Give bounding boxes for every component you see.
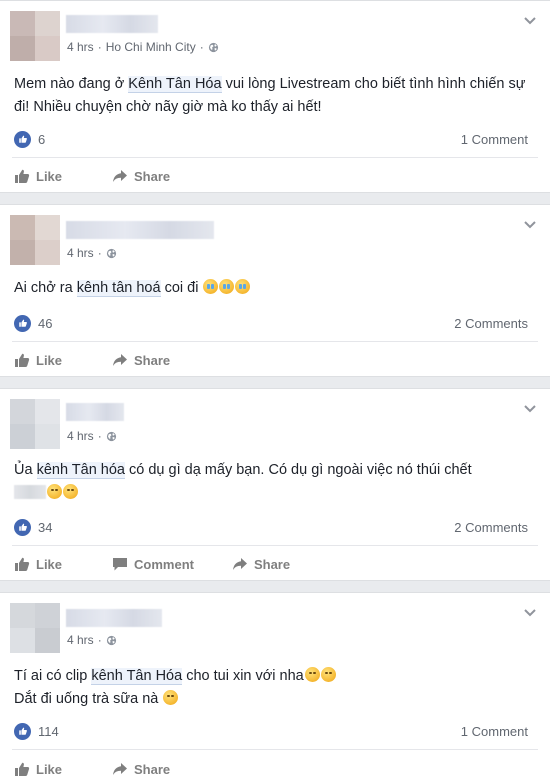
like-icon <box>14 352 30 368</box>
like-icon <box>14 556 30 572</box>
hashtag-link[interactable]: Kênh Tân Hóa <box>128 76 222 93</box>
post-text: Ai chở ra kênh tân hoá coi đi <box>14 277 536 300</box>
author-name-redacted[interactable] <box>66 15 158 33</box>
post-time[interactable]: 4 hrs <box>67 429 94 443</box>
author-name-redacted[interactable] <box>66 221 214 239</box>
hashtag-link[interactable]: kênh tân hoá <box>76 280 161 297</box>
globe-icon <box>208 42 219 53</box>
post-text: Tí ai có clip kênh Tân Hóa cho tui xin v… <box>14 665 536 711</box>
like-count[interactable]: 6 <box>14 130 45 148</box>
share-button[interactable]: Share <box>112 168 170 184</box>
comment-icon <box>112 556 128 572</box>
divider <box>12 545 538 546</box>
post-card: 4 hrs · Ai chở ra kênh tân hoá coi đi 46… <box>0 204 550 377</box>
crying-emoji-icon <box>235 279 251 294</box>
comment-count[interactable]: 1 Comment <box>461 724 528 739</box>
thumbs-up-icon <box>14 518 31 536</box>
post-location[interactable]: Ho Chi Minh City <box>106 40 196 54</box>
post-card: 4 hrs · Tí ai có clip kênh Tân Hóa cho t… <box>0 592 550 783</box>
thumbs-up-icon <box>14 130 31 148</box>
chevron-down-icon[interactable] <box>522 607 538 619</box>
like-count[interactable]: 114 <box>14 722 59 740</box>
action-bar: Like Comment Share <box>14 554 328 574</box>
divider <box>12 749 538 750</box>
post-card: 4 hrs · Ho Chi Minh City · Mem nào đang … <box>0 0 550 193</box>
divider <box>12 341 538 342</box>
post-meta: 4 hrs · <box>67 633 117 647</box>
avatar[interactable] <box>10 399 60 449</box>
share-icon <box>112 761 128 777</box>
hashtag-link[interactable]: kênh Tân hóa <box>36 462 125 479</box>
like-icon <box>14 168 30 184</box>
chevron-down-icon[interactable] <box>522 15 538 27</box>
post-time[interactable]: 4 hrs <box>67 40 94 54</box>
thumbs-up-icon <box>14 722 31 740</box>
share-button[interactable]: Share <box>232 556 290 572</box>
thumbs-up-icon <box>14 314 31 332</box>
post-time[interactable]: 4 hrs <box>67 246 94 260</box>
comment-count[interactable]: 2 Comments <box>454 520 528 535</box>
divider <box>12 157 538 158</box>
reactions-bar: 6 1 Comment <box>14 129 528 149</box>
laughing-emoji-icon <box>304 667 320 682</box>
laughing-emoji-icon <box>320 667 336 682</box>
like-count[interactable]: 34 <box>14 518 52 536</box>
like-count[interactable]: 46 <box>14 314 52 332</box>
reactions-bar: 46 2 Comments <box>14 313 528 333</box>
reactions-bar: 34 2 Comments <box>14 517 528 537</box>
crying-emoji-icon <box>203 279 219 294</box>
winking-emoji-icon <box>163 690 179 705</box>
chevron-down-icon[interactable] <box>522 219 538 231</box>
chevron-down-icon[interactable] <box>522 403 538 415</box>
comment-button[interactable]: Comment <box>112 556 194 572</box>
post-meta: 4 hrs · Ho Chi Minh City · <box>67 40 219 54</box>
globe-icon <box>106 431 117 442</box>
like-button[interactable]: Like <box>14 352 62 368</box>
like-button[interactable]: Like <box>14 556 62 572</box>
avatar[interactable] <box>10 215 60 265</box>
hashtag-link[interactable]: kênh Tân Hóa <box>91 668 183 685</box>
action-bar: Like Share <box>14 759 208 779</box>
avatar[interactable] <box>10 11 60 61</box>
author-name-redacted[interactable] <box>66 609 162 627</box>
author-name-redacted[interactable] <box>66 403 124 421</box>
share-icon <box>232 556 248 572</box>
like-icon <box>14 761 30 777</box>
globe-icon <box>106 635 117 646</box>
laughing-emoji-icon <box>63 484 78 499</box>
comment-count[interactable]: 2 Comments <box>454 316 528 331</box>
share-icon <box>112 168 128 184</box>
like-button[interactable]: Like <box>14 168 62 184</box>
action-bar: Like Share <box>14 350 208 370</box>
crying-emoji-icon <box>219 279 235 294</box>
comment-count[interactable]: 1 Comment <box>461 132 528 147</box>
reactions-bar: 114 1 Comment <box>14 721 528 741</box>
avatar[interactable] <box>10 603 60 653</box>
share-icon <box>112 352 128 368</box>
post-card: 4 hrs · Ủa kênh Tân hóa có dụ gì dạ mấy … <box>0 388 550 581</box>
action-bar: Like Share <box>14 166 208 186</box>
globe-icon <box>106 248 117 259</box>
share-button[interactable]: Share <box>112 352 170 368</box>
post-meta: 4 hrs · <box>67 246 117 260</box>
post-time[interactable]: 4 hrs <box>67 633 94 647</box>
share-button[interactable]: Share <box>112 761 170 777</box>
redacted-text <box>14 485 46 499</box>
laughing-emoji-icon <box>47 484 62 499</box>
post-text: Mem nào đang ở Kênh Tân Hóa vui lòng Liv… <box>14 76 526 115</box>
like-button[interactable]: Like <box>14 761 62 777</box>
post-text: Ủa kênh Tân hóa có dụ gì dạ mấy bạn. Có … <box>14 459 536 505</box>
post-meta: 4 hrs · <box>67 429 117 443</box>
